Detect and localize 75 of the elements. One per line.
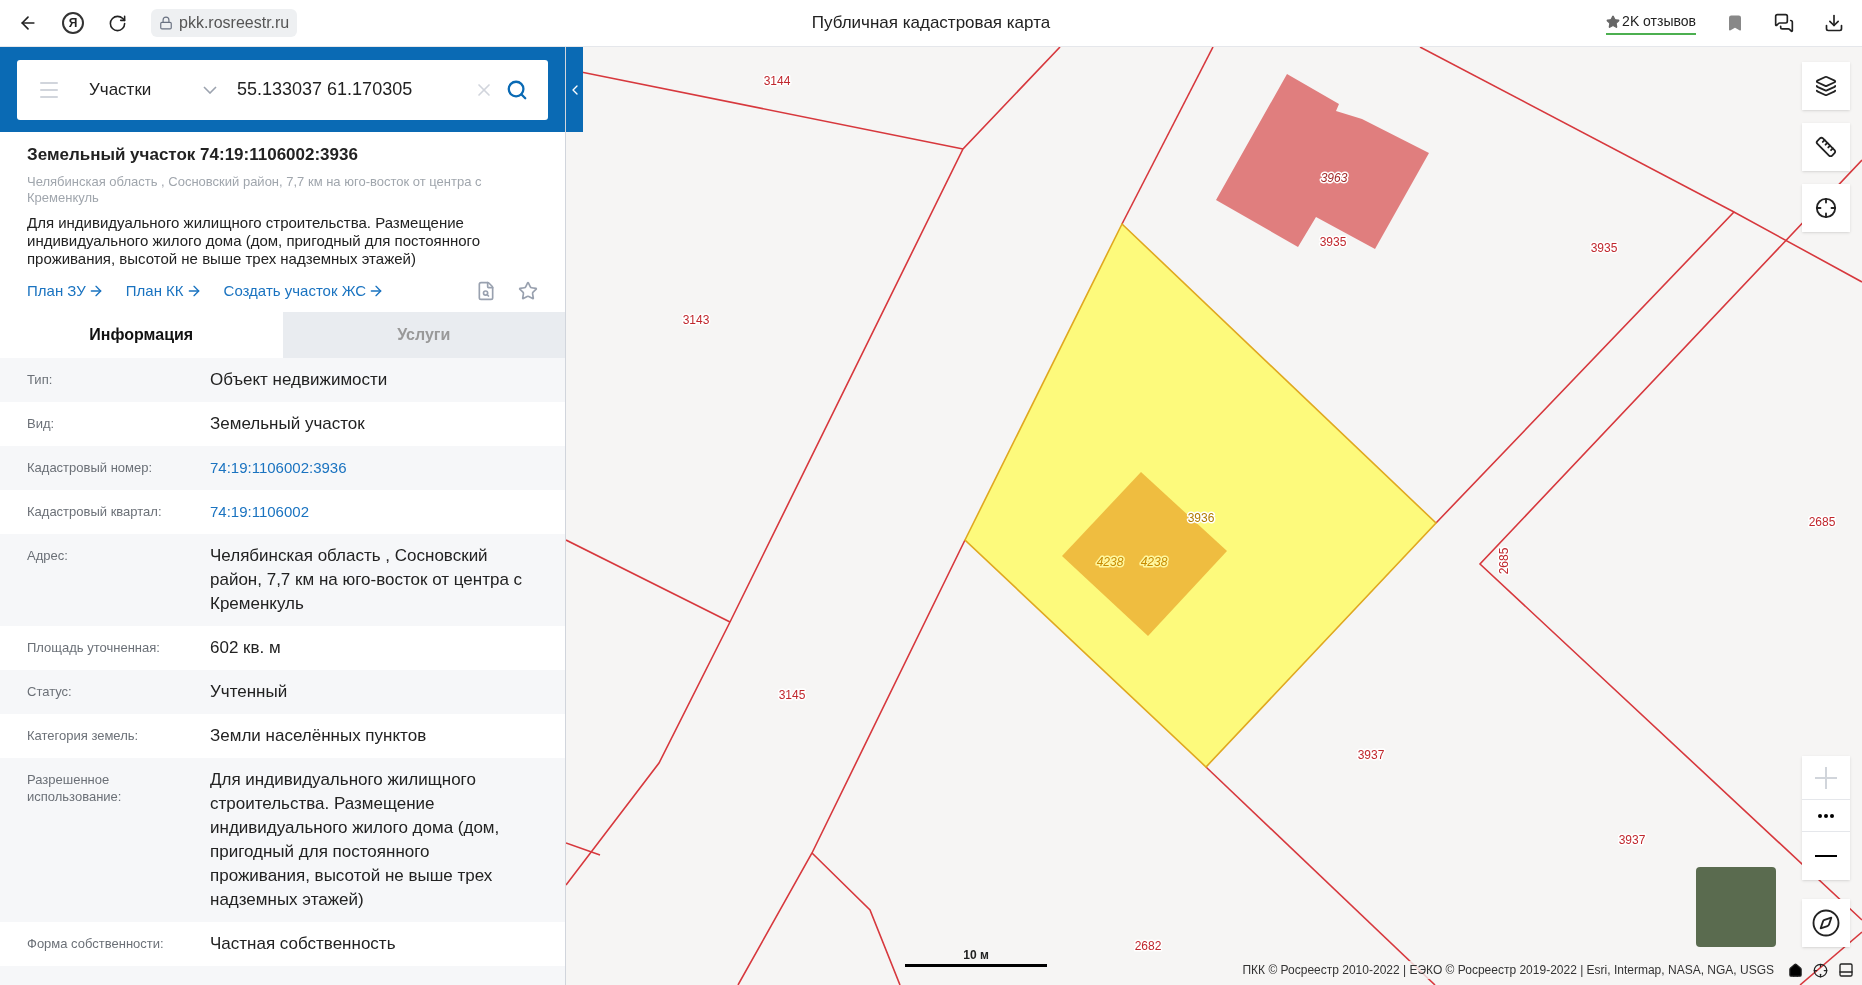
parcel-number-label: 3144 <box>763 74 791 89</box>
building-number-label: 3963 <box>1320 171 1348 186</box>
bookmark-icon[interactable] <box>1726 14 1744 32</box>
crosshair-icon[interactable] <box>1813 962 1828 978</box>
favorite-star-icon[interactable] <box>518 280 538 301</box>
compass-button[interactable] <box>1802 899 1850 947</box>
info-label: Категория земель: <box>27 727 140 745</box>
parcel-number-label: 3937 <box>1618 833 1646 848</box>
parcel-number-label: 2685 <box>1808 515 1836 530</box>
reviews-badge[interactable]: 2K отзывов <box>1606 11 1696 35</box>
info-label: Разрешенное использование: <box>27 771 123 806</box>
plan-link[interactable]: Создать участок ЖС <box>223 279 385 302</box>
info-label: Адрес: <box>27 547 69 565</box>
info-label: Площадь уточненная: <box>27 639 161 657</box>
minus-icon <box>1815 855 1837 857</box>
extension-icon[interactable] <box>1774 13 1794 33</box>
info-label: Статус: <box>27 683 73 701</box>
category-dropdown[interactable]: Участки <box>89 76 217 103</box>
more-icon <box>1818 813 1834 818</box>
plan-link[interactable]: План КК <box>125 279 202 302</box>
address-bar[interactable]: pkk.rosreestr.ru <box>151 9 298 37</box>
layers-icon <box>1815 75 1837 97</box>
page-title: Публичная кадастровая карта <box>811 12 1051 35</box>
info-label: Кадастровый квартал: <box>27 503 163 521</box>
parcel-number-label: 2685 <box>1497 547 1512 575</box>
info-value: Для индивидуального жилищного строительства. Размещение индивидуального жилого дома (дом, пригодный для постоянного проживания, высотой не выше трех надземных этажей) <box>210 769 501 911</box>
ruler-icon <box>1815 136 1837 158</box>
parcel-number-label: 2682 <box>1134 939 1162 954</box>
search-field[interactable]: 55.133037 61.170305 <box>237 76 474 103</box>
info-value: 602 кв. м <box>210 637 282 659</box>
structure-number-label: 4238 <box>1096 555 1124 570</box>
parcel-number-label: 3145 <box>778 688 806 703</box>
info-value: Частная собственность <box>210 933 397 955</box>
info-value: Земельный участок <box>210 413 366 435</box>
structure-number-label: 4238 <box>1140 555 1168 570</box>
lock-icon <box>159 16 173 30</box>
locate-button[interactable] <box>1802 184 1850 232</box>
info-label: Кадастровый номер: <box>27 459 154 477</box>
map-view[interactable]: 3144 3143 3963 3935 3935 3936 4238 4238 2685 2685 3145 3937 3937 2682 10 м ПКК © Росреестр 2010-2022 | ЕЭКО © Росреестр 2019-2022 | Esri, Intermap, NASA, NGA, USGS <box>566 47 1862 985</box>
parcel-number-label: 3937 <box>1357 748 1385 763</box>
info-value: Челябинская область , Сосновский район, 7,7 км на юго-восток от центра с Кременкуль <box>210 545 524 615</box>
star-icon <box>1606 14 1621 29</box>
ruler-button[interactable] <box>1802 123 1850 171</box>
parcel-number-label: 3936 <box>1187 511 1215 526</box>
cadastral-link[interactable]: 74:19:1106002:3936 <box>210 456 347 480</box>
info-label: Форма собственности: <box>27 935 165 953</box>
browser-logo[interactable]: Я <box>62 12 84 34</box>
caret-icon <box>203 85 217 94</box>
object-title: Земельный участок 74:19:1106002:3936 <box>27 144 359 166</box>
info-value: Объект недвижимости <box>210 369 389 391</box>
parcel-number-label: 3935 <box>1590 241 1618 256</box>
reload-icon[interactable] <box>108 13 127 33</box>
building-shape[interactable] <box>1216 74 1429 249</box>
satellite-thumbnail[interactable] <box>1696 867 1776 947</box>
cadastral-link[interactable]: 74:19:1106002 <box>210 500 309 524</box>
plan-link[interactable]: План ЗУ <box>27 279 104 302</box>
scale-label: 10 м <box>963 947 989 964</box>
crosshair-icon <box>1815 197 1837 219</box>
search-bar[interactable]: Участки 55.133037 61.170305 <box>17 59 548 120</box>
object-address: Челябинская область , Сосновский район, 7,7 км на юго-восток от центра с Кременкуль <box>27 173 483 206</box>
parcel-number-label: 3935 <box>1319 235 1347 250</box>
document-search-icon[interactable] <box>476 280 496 301</box>
compass-icon <box>1811 908 1841 938</box>
info-label: Вид: <box>27 415 56 433</box>
search-icon[interactable] <box>506 78 528 101</box>
download-icon[interactable] <box>1824 13 1844 33</box>
layers-button[interactable] <box>1802 62 1850 110</box>
object-description: Для индивидуального жилищного строительства. Размещение индивидуального жилого дома (дом, пригодный для постоянного проживания, высотой не выше трех надземных этажей) <box>27 213 482 268</box>
panel-icon[interactable] <box>1838 962 1854 978</box>
plus-icon <box>1815 766 1837 789</box>
info-label: Тип: <box>27 371 54 389</box>
parcel-number-label: 3143 <box>682 313 710 328</box>
info-value: Учтенный <box>210 681 289 703</box>
home-icon[interactable] <box>1788 962 1803 978</box>
info-value: Земли населённых пунктов <box>210 725 428 747</box>
